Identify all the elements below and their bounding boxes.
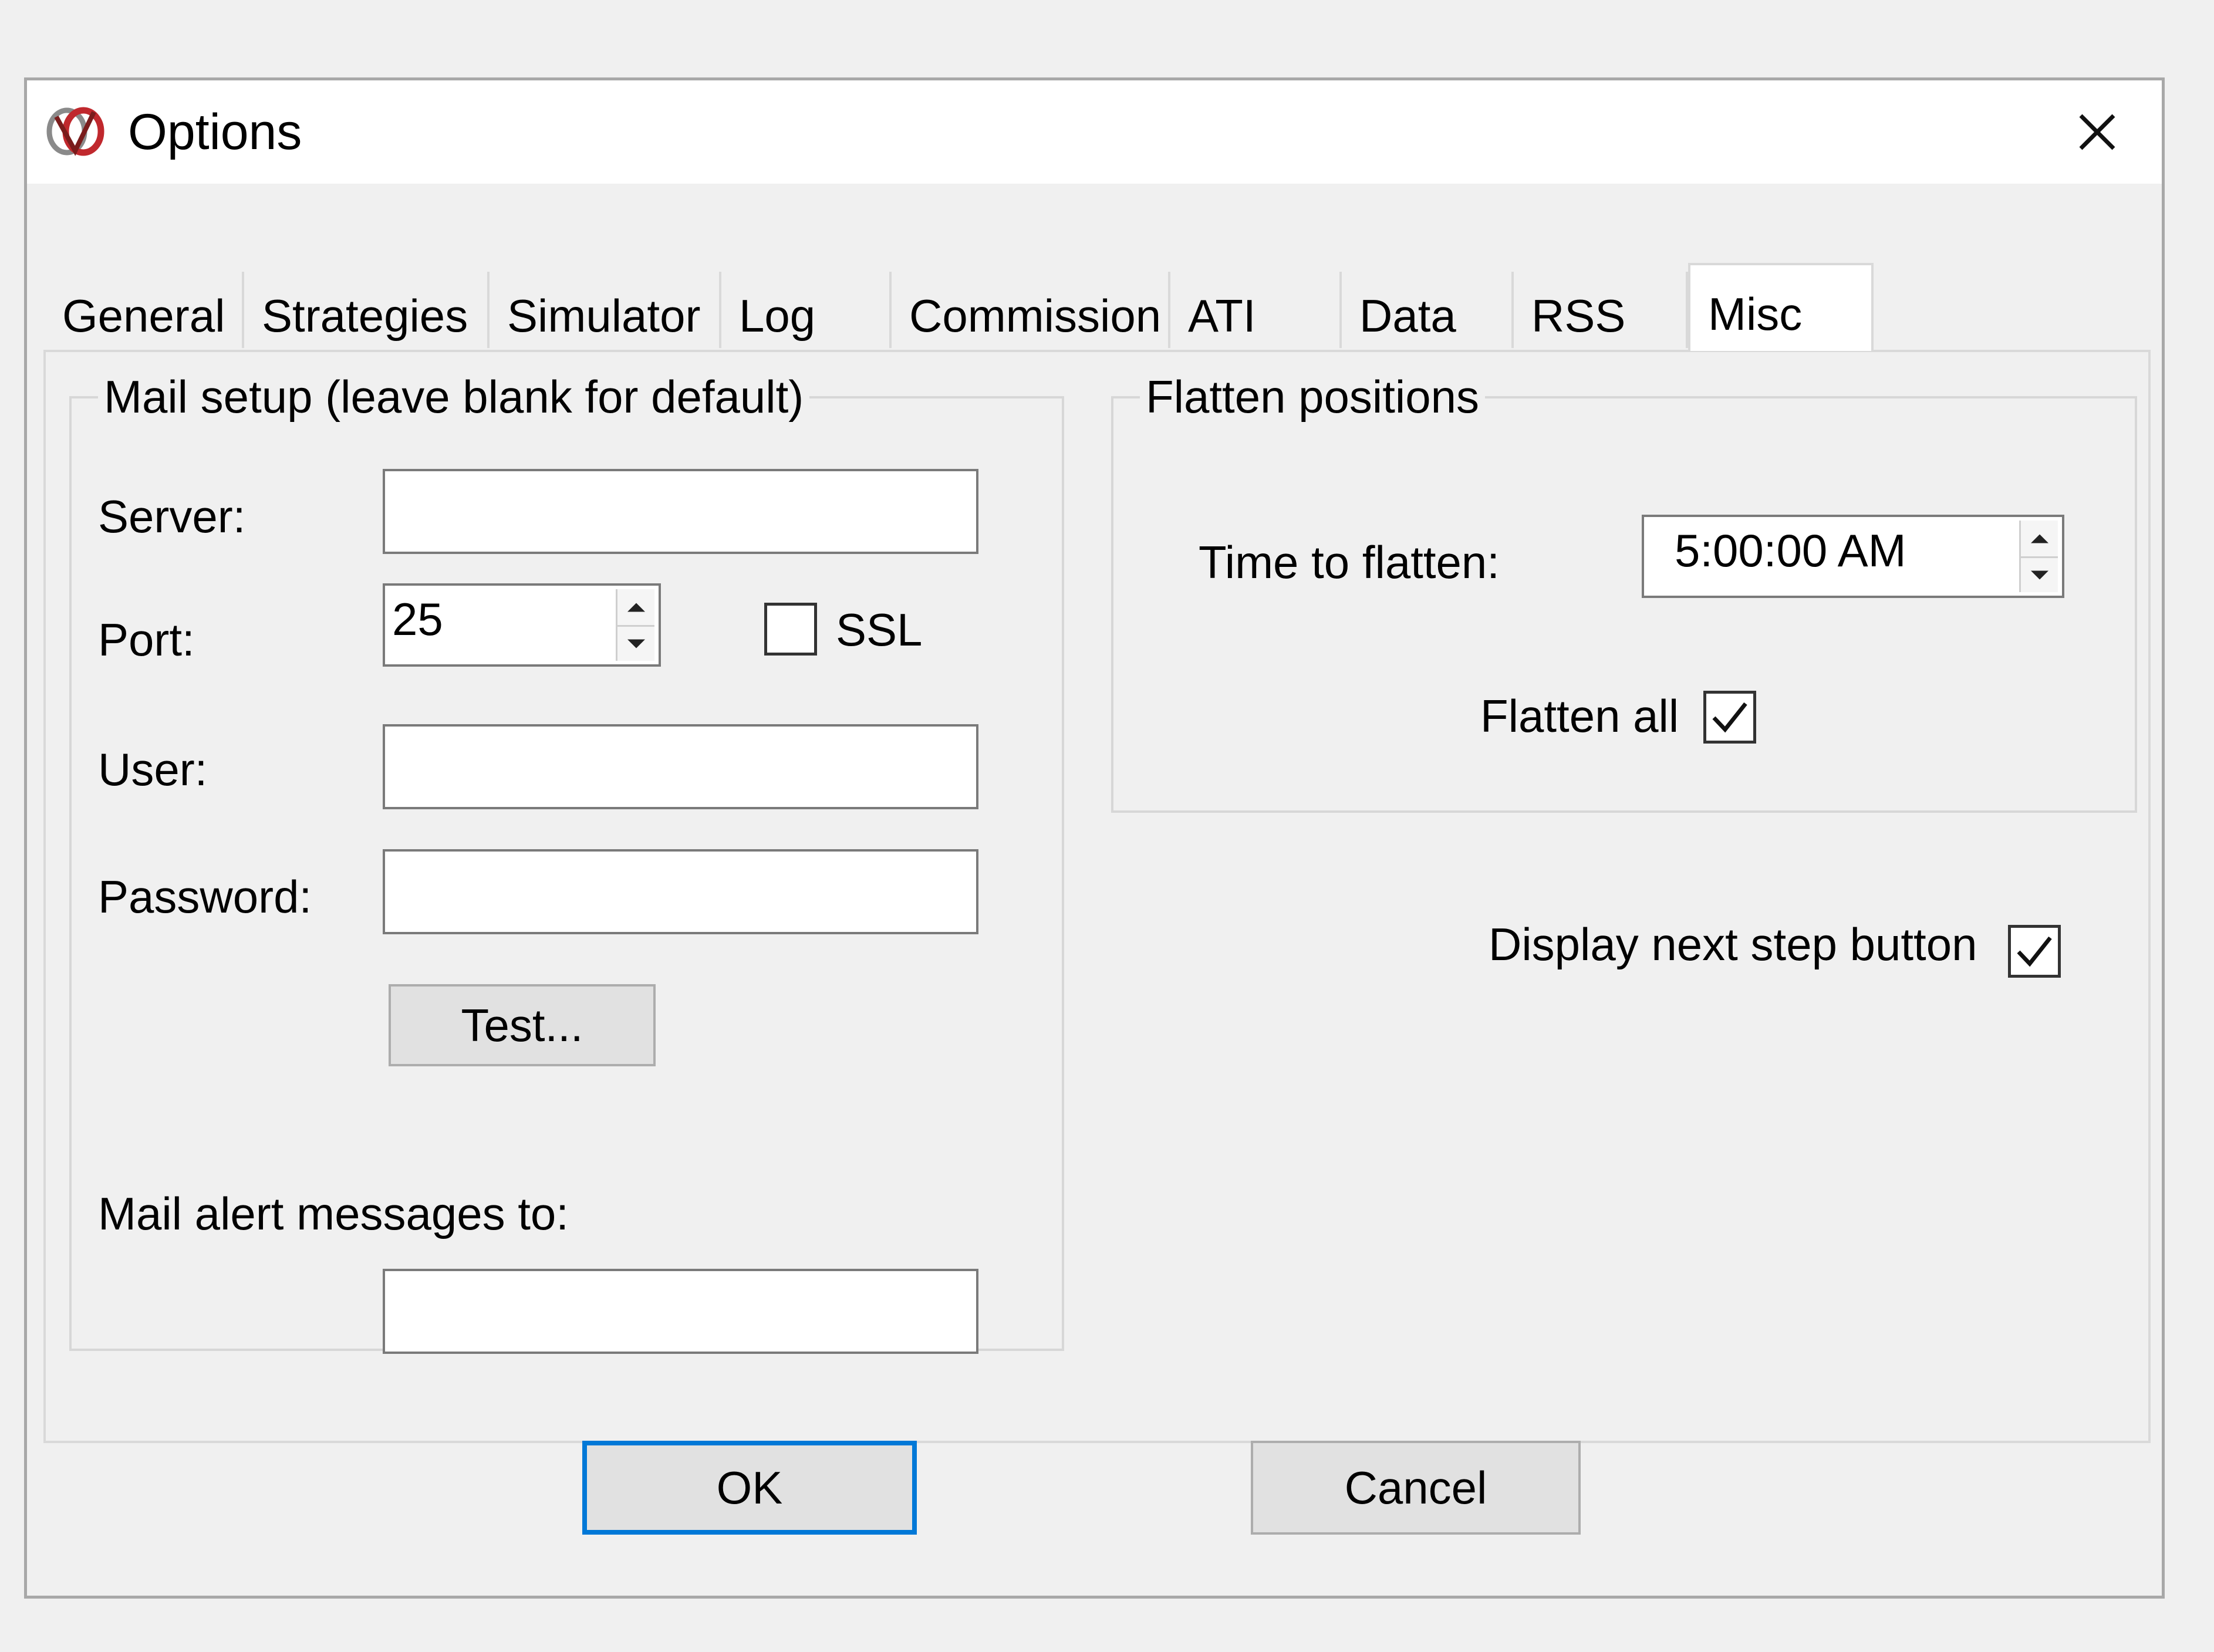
arrow-up-icon [2030, 534, 2048, 543]
time-decrement-button[interactable] [2021, 556, 2058, 592]
server-label: Server: [98, 491, 246, 542]
display-next-step-checkbox[interactable] [2008, 925, 2061, 978]
tab-label: Misc [1708, 288, 1803, 340]
options-dialog: Options General Strategies Simulator Log… [24, 77, 2165, 1599]
flatten-positions-group: Flatten positions Time to flatten: 5:00:… [1111, 374, 2137, 813]
port-stepper[interactable]: 25 [383, 583, 661, 667]
time-to-flatten-label: Time to flatten: [1199, 536, 1500, 588]
ssl-label: SSL [836, 604, 923, 656]
tab-ati[interactable]: ATI [1170, 272, 1342, 348]
arrow-up-icon [627, 603, 645, 612]
tab-label: ATI [1188, 290, 1256, 342]
close-icon[interactable] [2068, 103, 2127, 161]
display-next-step-label: Display next step button [1489, 918, 1977, 970]
tab-data[interactable]: Data [1342, 272, 1514, 348]
ok-button-label: OK [716, 1462, 783, 1514]
title-bar: Options [27, 80, 2162, 184]
tab-strategies[interactable]: Strategies [244, 272, 490, 348]
mail-alert-label: Mail alert messages to: [98, 1188, 569, 1239]
arrow-down-icon [627, 639, 645, 648]
flatten-all-checkbox[interactable] [1703, 691, 1756, 744]
password-input[interactable] [383, 849, 978, 934]
time-to-flatten-value: 5:00:00 AM [1675, 525, 1906, 576]
checkmark-icon [2017, 936, 2052, 967]
cancel-button[interactable]: Cancel [1251, 1441, 1581, 1535]
flatten-all-label: Flatten all [1480, 690, 1679, 742]
test-button-label: Test... [461, 999, 583, 1051]
app-logo-icon [46, 107, 104, 156]
checkmark-icon [1712, 702, 1747, 733]
port-spinner [616, 589, 654, 661]
test-button[interactable]: Test... [389, 984, 656, 1066]
password-label: Password: [98, 871, 312, 923]
tab-label: Commission [909, 290, 1162, 342]
tab-simulator[interactable]: Simulator [490, 272, 721, 348]
time-increment-button[interactable] [2021, 521, 2058, 556]
tab-commission[interactable]: Commission [892, 272, 1170, 348]
tab-panel-misc: Mail setup (leave blank for default) Ser… [43, 350, 2151, 1443]
flatten-positions-group-label: Flatten positions [1140, 374, 1485, 420]
tab-log[interactable]: Log [721, 272, 892, 348]
tab-misc[interactable]: Misc [1688, 263, 1874, 351]
mail-setup-group-label: Mail setup (leave blank for default) [98, 374, 810, 420]
mail-setup-group: Mail setup (leave blank for default) Ser… [69, 374, 1064, 1354]
tab-label: General [62, 290, 225, 342]
port-value: 25 [392, 593, 443, 645]
port-label: Port: [98, 614, 195, 665]
tab-label: Strategies [262, 290, 468, 342]
mail-alert-input[interactable] [383, 1269, 978, 1354]
arrow-down-icon [2030, 570, 2048, 580]
time-to-flatten-picker[interactable]: 5:00:00 AM [1642, 515, 2064, 598]
tab-rss[interactable]: RSS [1514, 272, 1688, 348]
port-decrement-button[interactable] [617, 625, 654, 661]
user-label: User: [98, 744, 208, 795]
window-title: Options [128, 104, 302, 160]
time-spinner [2019, 521, 2058, 592]
tab-label: RSS [1531, 290, 1626, 342]
cancel-button-label: Cancel [1344, 1462, 1487, 1514]
tab-strip: General Strategies Simulator Log Commiss… [39, 184, 2146, 351]
port-increment-button[interactable] [617, 589, 654, 625]
tab-general[interactable]: General [45, 272, 244, 348]
tab-label: Simulator [507, 290, 701, 342]
ok-button[interactable]: OK [582, 1441, 917, 1535]
server-input[interactable] [383, 469, 978, 554]
ssl-checkbox[interactable] [764, 603, 817, 656]
tab-label: Data [1359, 290, 1456, 342]
tab-label: Log [739, 290, 816, 342]
user-input[interactable] [383, 724, 978, 809]
